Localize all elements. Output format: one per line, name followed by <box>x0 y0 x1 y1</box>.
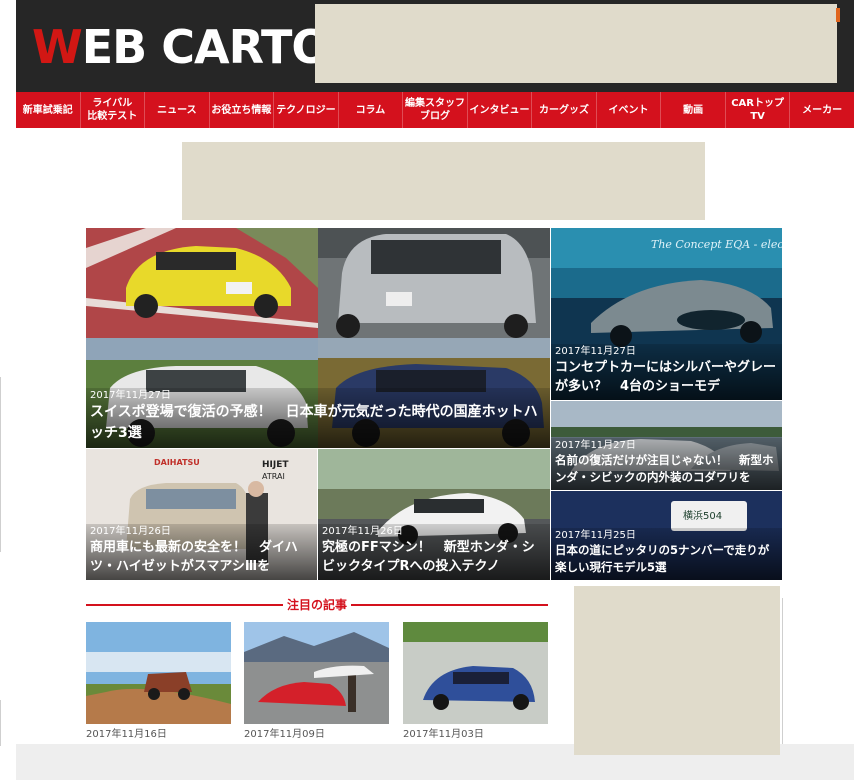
featured-card[interactable]: 2017年11月03日 <box>403 622 548 742</box>
site-header: WEB CARTOP <box>16 0 854 92</box>
page: WEB CARTOP 新車試乗記 ライバル 比較テスト ニュース お役立ち情報 … <box>0 0 862 780</box>
featured-card[interactable]: 2017年11月16日 <box>86 622 231 742</box>
svg-text:The Concept EQA - electr: The Concept EQA - electr <box>651 238 782 251</box>
article-tile-hijet[interactable]: DAIHATSU HIJET ATRAI 2017年11月26日 商用車にも最新… <box>86 449 317 580</box>
article-date: 2017年11月27日 <box>555 440 636 451</box>
nav-item-cartop-tv[interactable]: CARトップTV <box>726 92 791 128</box>
offroad-truck-photo <box>86 622 231 724</box>
nav-item-staff-blog[interactable]: 編集スタッフ ブログ <box>403 92 468 128</box>
article-title: 日本の道にピッタリの5ナンバーで走りが楽しい現行モデル5選 <box>555 543 770 574</box>
article-title: 商用車にも最新の安全を！ ダイハツ・ハイゼットがスマアシⅢを <box>90 540 298 574</box>
lotus-photo <box>244 622 389 724</box>
article-title: 究極のFFマシン！ 新型ホンダ・シビックタイプRへの投入テクノ <box>322 540 535 574</box>
header-ad-banner[interactable] <box>315 4 837 83</box>
megane-photo <box>403 622 548 724</box>
article-tile-civic[interactable]: 2017年11月27日 名前の復活だけが注目じゃない！ 新型ホンダ・シビックの内… <box>551 401 782 490</box>
svg-text:ATRAI: ATRAI <box>262 472 285 481</box>
nav-item-video[interactable]: 動画 <box>661 92 726 128</box>
article-tile-5-number[interactable]: 横浜504 2017年11月25日 日本の道にピッタリの5ナンバーで走りが楽しい… <box>551 491 782 580</box>
featured-card-date: 2017年11月09日 <box>244 729 325 740</box>
article-caption: 2017年11月27日 スイスポ登場で復活の予感！ 日本車が元気だった時代の国産… <box>86 388 550 448</box>
article-tile-concept-car[interactable]: The Concept EQA - electr 2017年11月27日 コンセ… <box>551 228 782 400</box>
article-tile-hot-hatch[interactable]: 2017年11月27日 スイスポ登場で復活の予感！ 日本車が元気だった時代の国産… <box>86 228 550 448</box>
main-nav: 新車試乗記 ライバル 比較テスト ニュース お役立ち情報 テクノロジー コラム … <box>16 92 854 128</box>
nav-item-column[interactable]: コラム <box>339 92 404 128</box>
nav-item-car-goods[interactable]: カーグッズ <box>532 92 597 128</box>
article-date: 2017年11月27日 <box>90 390 171 401</box>
article-title: コンセプトカーにはシルバーやグレーが多い？ 4台のショーモデ <box>555 360 777 394</box>
svg-text:HIJET: HIJET <box>262 460 289 470</box>
top-ad-banner[interactable] <box>182 142 705 220</box>
sidebar-divider <box>782 598 783 744</box>
svg-text:DAIHATSU: DAIHATSU <box>154 458 200 467</box>
article-title: 名前の復活だけが注目じゃない！ 新型ホンダ・シビックの内外装のコダワリを <box>555 453 774 484</box>
nav-item-news[interactable]: ニュース <box>145 92 210 128</box>
nav-item-rival-comparison[interactable]: ライバル 比較テスト <box>81 92 146 128</box>
svg-text:横浜504: 横浜504 <box>683 509 722 522</box>
article-date: 2017年11月26日 <box>322 526 403 537</box>
article-tile-type-r[interactable]: 2017年11月26日 究極のFFマシン！ 新型ホンダ・シビックタイプRへの投入… <box>318 449 550 580</box>
article-date: 2017年11月25日 <box>555 530 636 541</box>
nav-item-event[interactable]: イベント <box>597 92 662 128</box>
featured-card-image <box>403 622 548 724</box>
featured-heading-text: 注目の記事 <box>282 598 351 612</box>
article-caption: 2017年11月25日 日本の道にピッタリの5ナンバーで走りが楽しい現行モデル5… <box>551 528 782 580</box>
article-title: スイスポ登場で復活の予感！ 日本車が元気だった時代の国産ホットハッチ3選 <box>90 404 538 441</box>
article-date: 2017年11月26日 <box>90 526 171 537</box>
header-corner-mark <box>836 8 840 22</box>
article-grid: 2017年11月27日 スイスポ登場で復活の予感！ 日本車が元気だった時代の国産… <box>86 228 782 580</box>
site-logo[interactable]: WEB CARTOP <box>32 16 363 78</box>
left-divider <box>0 377 1 552</box>
featured-card-image <box>86 622 231 724</box>
nav-item-maker[interactable]: メーカー <box>790 92 854 128</box>
article-caption: 2017年11月26日 商用車にも最新の安全を！ ダイハツ・ハイゼットがスマアシ… <box>86 524 317 580</box>
sidebar-ad-banner[interactable] <box>574 586 780 755</box>
nav-item-new-car-review[interactable]: 新車試乗記 <box>16 92 81 128</box>
nav-item-interview[interactable]: インタビュー <box>468 92 533 128</box>
featured-card[interactable]: 2017年11月09日 <box>244 622 389 742</box>
article-caption: 2017年11月26日 究極のFFマシン！ 新型ホンダ・シビックタイプRへの投入… <box>318 524 550 580</box>
logo-accent-letter: W <box>32 20 83 74</box>
featured-card-date: 2017年11月16日 <box>86 729 167 740</box>
article-caption: 2017年11月27日 名前の復活だけが注目じゃない！ 新型ホンダ・シビックの内… <box>551 438 782 490</box>
left-divider <box>0 700 1 746</box>
featured-card-date: 2017年11月03日 <box>403 729 484 740</box>
featured-heading: 注目の記事 <box>86 596 548 614</box>
nav-item-technology[interactable]: テクノロジー <box>274 92 339 128</box>
featured-card-image <box>244 622 389 724</box>
article-caption: 2017年11月27日 コンセプトカーにはシルバーやグレーが多い？ 4台のショー… <box>551 344 782 400</box>
nav-item-useful-info[interactable]: お役立ち情報 <box>210 92 275 128</box>
article-date: 2017年11月27日 <box>555 346 636 357</box>
